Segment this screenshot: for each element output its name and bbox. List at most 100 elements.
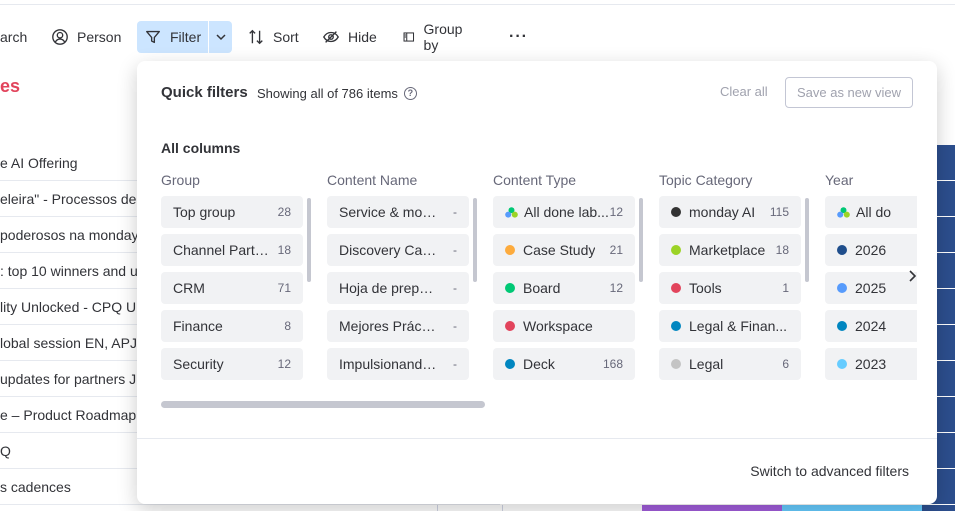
filter-option[interactable]: CRM 71 — [161, 272, 303, 304]
chevron-down-icon[interactable] — [214, 28, 228, 46]
save-as-new-view-button[interactable]: Save as new view — [785, 77, 913, 108]
top-divider — [0, 4, 955, 5]
filter-column-header: Year — [825, 172, 854, 188]
filter-option-label: Hoja de prepara... — [339, 280, 439, 296]
color-dot-icon — [671, 359, 681, 370]
filter-option-count: - — [453, 319, 457, 333]
filter-option-count: 168 — [602, 357, 623, 371]
hide-label: Hide — [348, 29, 377, 45]
filter-option-label: CRM — [173, 280, 205, 296]
group-title[interactable]: es — [0, 76, 20, 97]
filter-divider — [208, 21, 209, 53]
filter-option[interactable]: Workspace — [493, 310, 635, 342]
group-by-icon — [403, 32, 415, 42]
filter-option[interactable]: Channel Partn... 18 — [161, 234, 303, 266]
color-dot-icon — [837, 359, 847, 370]
filter-option-label: Mejores Práctic... — [339, 318, 439, 334]
filter-option-count: 8 — [284, 319, 291, 333]
filter-option-count: 18 — [775, 243, 789, 257]
filter-option-label: Impulsionando ... — [339, 356, 439, 372]
filter-option[interactable]: Finance 8 — [161, 310, 303, 342]
filter-button[interactable]: Filter — [137, 21, 232, 53]
filter-option-count: 28 — [277, 205, 291, 219]
panel-footer-divider — [137, 438, 937, 439]
color-dot-icon — [671, 207, 681, 218]
color-dot-icon — [671, 321, 681, 332]
filter-option[interactable]: Discovery Call ... - — [327, 234, 469, 266]
filter-option[interactable]: All done lab... 12 — [493, 196, 635, 228]
filter-option-label: Channel Partn... — [173, 242, 273, 258]
filter-option-count: 1 — [782, 281, 789, 295]
filter-column-content-type: Content Type All done lab... 12 Case Stud… — [493, 172, 643, 380]
filter-option[interactable]: Impulsionando ... - — [327, 348, 469, 380]
vertical-scrollbar[interactable] — [307, 198, 311, 282]
filter-option-label: 2024 — [855, 318, 887, 334]
filter-option[interactable]: 2024 — [825, 310, 917, 342]
filter-option-label: Deck — [523, 356, 555, 372]
filter-option-label: 2026 — [855, 242, 887, 258]
switch-to-advanced-filters-link[interactable]: Switch to advanced filters — [750, 463, 909, 479]
filter-option[interactable]: Case Study 21 — [493, 234, 635, 266]
person-filter-button[interactable]: Person — [51, 21, 121, 53]
filter-option[interactable]: Mejores Práctic... - — [327, 310, 469, 342]
vertical-scrollbar[interactable] — [805, 198, 809, 282]
filter-icon — [146, 30, 160, 44]
filter-option[interactable]: Tools 1 — [659, 272, 801, 304]
filter-option[interactable]: Security 12 — [161, 348, 303, 380]
person-label: Person — [77, 29, 122, 45]
status-cell[interactable] — [782, 505, 922, 511]
filter-option[interactable]: Board 12 — [493, 272, 635, 304]
quick-filters-subtitle: Showing all of 786 items ? — [257, 86, 417, 101]
filter-option-label: Service & mond... — [339, 204, 439, 220]
horizontal-scrollbar[interactable] — [161, 401, 485, 408]
help-icon[interactable]: ? — [403, 87, 417, 100]
filter-option-label: Legal — [689, 356, 724, 372]
search-button[interactable]: arch — [0, 21, 27, 53]
filter-option[interactable]: Top group 28 — [161, 196, 303, 228]
column-divider — [502, 505, 503, 511]
quick-filters-panel: Quick filters Showing all of 786 items ?… — [137, 61, 937, 504]
hide-button[interactable]: Hide — [322, 21, 377, 53]
filter-column-header: Group — [161, 172, 200, 188]
clear-all-button[interactable]: Clear all — [720, 84, 768, 99]
status-cell[interactable] — [642, 505, 782, 511]
filter-option[interactable]: monday AI 115 — [659, 196, 801, 228]
color-dot-icon — [671, 245, 681, 256]
sort-button[interactable]: Sort — [247, 21, 299, 53]
filter-option-count: 21 — [609, 243, 623, 257]
filter-option-label: Security — [173, 356, 224, 372]
filter-option-label: Board — [523, 280, 561, 296]
group-by-button[interactable]: Group by — [402, 21, 467, 53]
person-icon — [52, 29, 68, 45]
filter-option[interactable]: Legal & Finan... — [659, 310, 801, 342]
filter-option-count: - — [453, 243, 457, 257]
items-count-text: Showing all of 786 items — [257, 86, 398, 101]
all-columns-title: All columns — [161, 140, 241, 156]
filter-option[interactable]: Legal 6 — [659, 348, 801, 380]
vertical-scrollbar[interactable] — [639, 198, 643, 282]
filter-column-header: Content Type — [493, 172, 577, 188]
filter-option-count: 12 — [609, 205, 623, 219]
filter-label: Filter — [170, 29, 202, 45]
filter-option[interactable]: Hoja de prepara...- — [327, 272, 469, 304]
filter-option-label: 2025 — [855, 280, 887, 296]
more-options-button[interactable]: ··· — [509, 21, 528, 53]
filter-option[interactable]: Marketplace 18 — [659, 234, 801, 266]
filter-option[interactable]: Service & mond... - — [327, 196, 469, 228]
filter-option-label: Case Study — [523, 242, 596, 258]
filter-option[interactable]: All do — [825, 196, 917, 228]
filter-option-label: All do — [856, 204, 892, 220]
color-dot-icon — [837, 321, 847, 332]
filter-option[interactable]: 2026 — [825, 234, 917, 266]
filter-option[interactable]: Deck 168 — [493, 348, 635, 380]
filter-option[interactable]: 2023 — [825, 348, 917, 380]
board-page: arch Person Filter Sort Hide Group by ··… — [0, 0, 955, 511]
filter-option-label: Top group — [173, 204, 236, 220]
filter-option-label: Legal & Finan... — [689, 318, 788, 334]
chevron-right-icon[interactable] — [902, 266, 922, 286]
vertical-scrollbar[interactable] — [473, 198, 477, 282]
filter-option-label: Tools — [689, 280, 722, 296]
filter-option-count: - — [453, 357, 457, 371]
multi-color-dots-icon — [505, 206, 518, 218]
sort-icon — [249, 29, 263, 45]
